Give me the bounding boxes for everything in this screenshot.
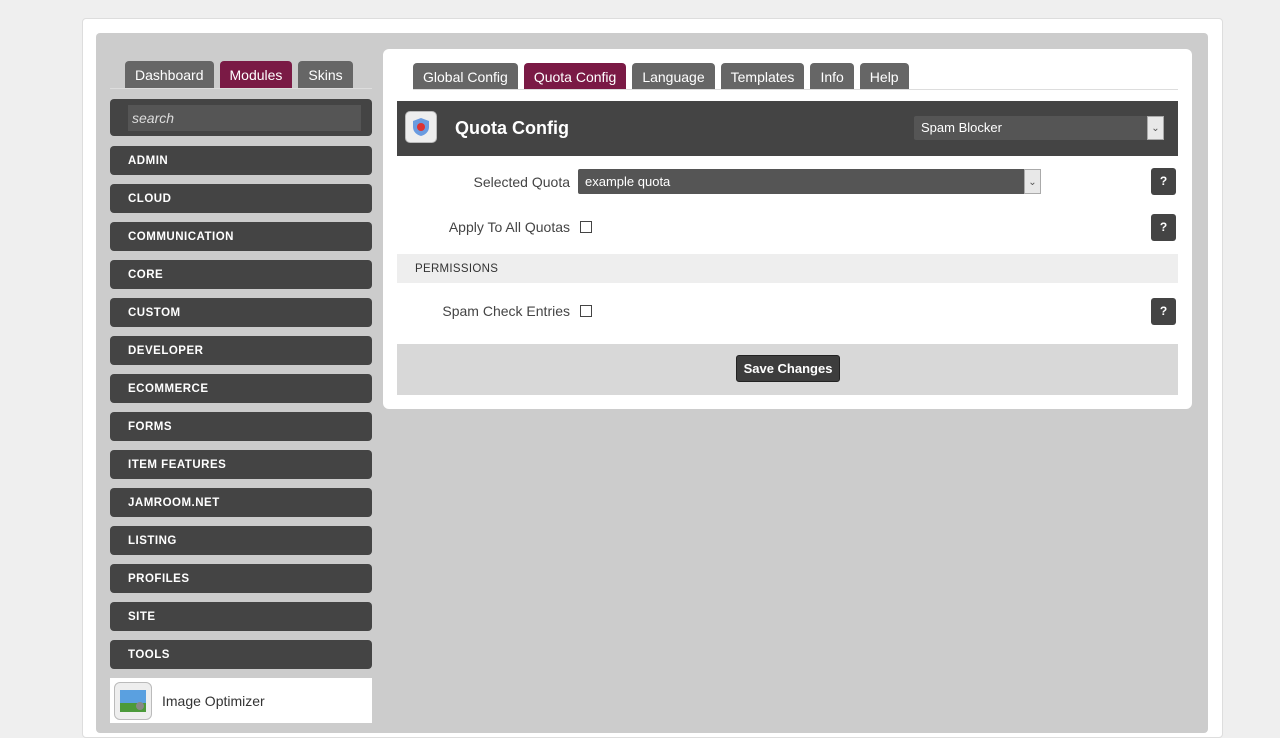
selected-quota-label: Selected Quota bbox=[473, 174, 570, 190]
save-button[interactable]: Save Changes bbox=[736, 355, 840, 382]
search-box bbox=[110, 99, 372, 136]
module-item-image-optimizer[interactable]: Image Optimizer bbox=[110, 678, 372, 723]
category-communication[interactable]: COMMUNICATION bbox=[110, 222, 372, 251]
category-tools[interactable]: TOOLS bbox=[110, 640, 372, 669]
left-tabs: Dashboard Modules Skins bbox=[125, 61, 353, 88]
category-admin[interactable]: ADMIN bbox=[110, 146, 372, 175]
category-ecommerce[interactable]: ECOMMERCE bbox=[110, 374, 372, 403]
category-core[interactable]: CORE bbox=[110, 260, 372, 289]
divider bbox=[413, 89, 1178, 90]
image-icon bbox=[114, 681, 152, 720]
chevron-down-icon: ⌄ bbox=[1024, 169, 1041, 194]
category-developer[interactable]: DEVELOPER bbox=[110, 336, 372, 365]
search-input[interactable] bbox=[128, 105, 361, 131]
spam-check-label: Spam Check Entries bbox=[442, 303, 570, 319]
form-footer: Save Changes bbox=[397, 344, 1178, 395]
spam-check-checkbox[interactable] bbox=[580, 305, 592, 317]
tab-dashboard[interactable]: Dashboard bbox=[125, 61, 214, 88]
selected-quota-select[interactable]: example quota ⌄ bbox=[578, 169, 1041, 194]
tab-templates[interactable]: Templates bbox=[720, 63, 805, 90]
category-forms[interactable]: FORMS bbox=[110, 412, 372, 441]
module-select[interactable]: Spam Blocker ⌄ bbox=[914, 116, 1164, 140]
tab-help[interactable]: Help bbox=[859, 63, 909, 90]
category-site[interactable]: SITE bbox=[110, 602, 372, 631]
apply-all-label: Apply To All Quotas bbox=[448, 219, 570, 235]
help-button[interactable]: ? bbox=[1151, 168, 1176, 195]
apply-all-checkbox[interactable] bbox=[580, 221, 592, 233]
category-jamroom-net[interactable]: JAMROOM.NET bbox=[110, 488, 372, 517]
panel-header: Quota Config Spam Blocker ⌄ bbox=[397, 101, 1178, 156]
category-listing[interactable]: LISTING bbox=[110, 526, 372, 555]
tab-modules[interactable]: Modules bbox=[219, 61, 293, 88]
module-item-label: Image Optimizer bbox=[162, 692, 265, 709]
category-profiles[interactable]: PROFILES bbox=[110, 564, 372, 593]
section-header: PERMISSIONS bbox=[397, 254, 1178, 283]
chevron-down-icon: ⌄ bbox=[1147, 116, 1164, 140]
category-cloud[interactable]: CLOUD bbox=[110, 184, 372, 213]
tab-language[interactable]: Language bbox=[632, 63, 715, 90]
tab-skins[interactable]: Skins bbox=[298, 61, 353, 88]
help-button[interactable]: ? bbox=[1151, 214, 1176, 241]
shield-icon bbox=[405, 111, 437, 143]
config-panel: Global Config Quota Config Language Temp… bbox=[383, 49, 1192, 409]
page-title: Quota Config bbox=[455, 118, 569, 138]
tab-info[interactable]: Info bbox=[810, 63, 854, 90]
tab-global-config[interactable]: Global Config bbox=[413, 63, 518, 90]
module-select-value: Spam Blocker bbox=[921, 120, 1002, 135]
help-button[interactable]: ? bbox=[1151, 298, 1176, 325]
category-custom[interactable]: CUSTOM bbox=[110, 298, 372, 327]
divider bbox=[110, 88, 372, 89]
tab-quota-config[interactable]: Quota Config bbox=[523, 63, 627, 90]
selected-quota-value: example quota bbox=[585, 174, 671, 189]
category-item-features[interactable]: ITEM FEATURES bbox=[110, 450, 372, 479]
